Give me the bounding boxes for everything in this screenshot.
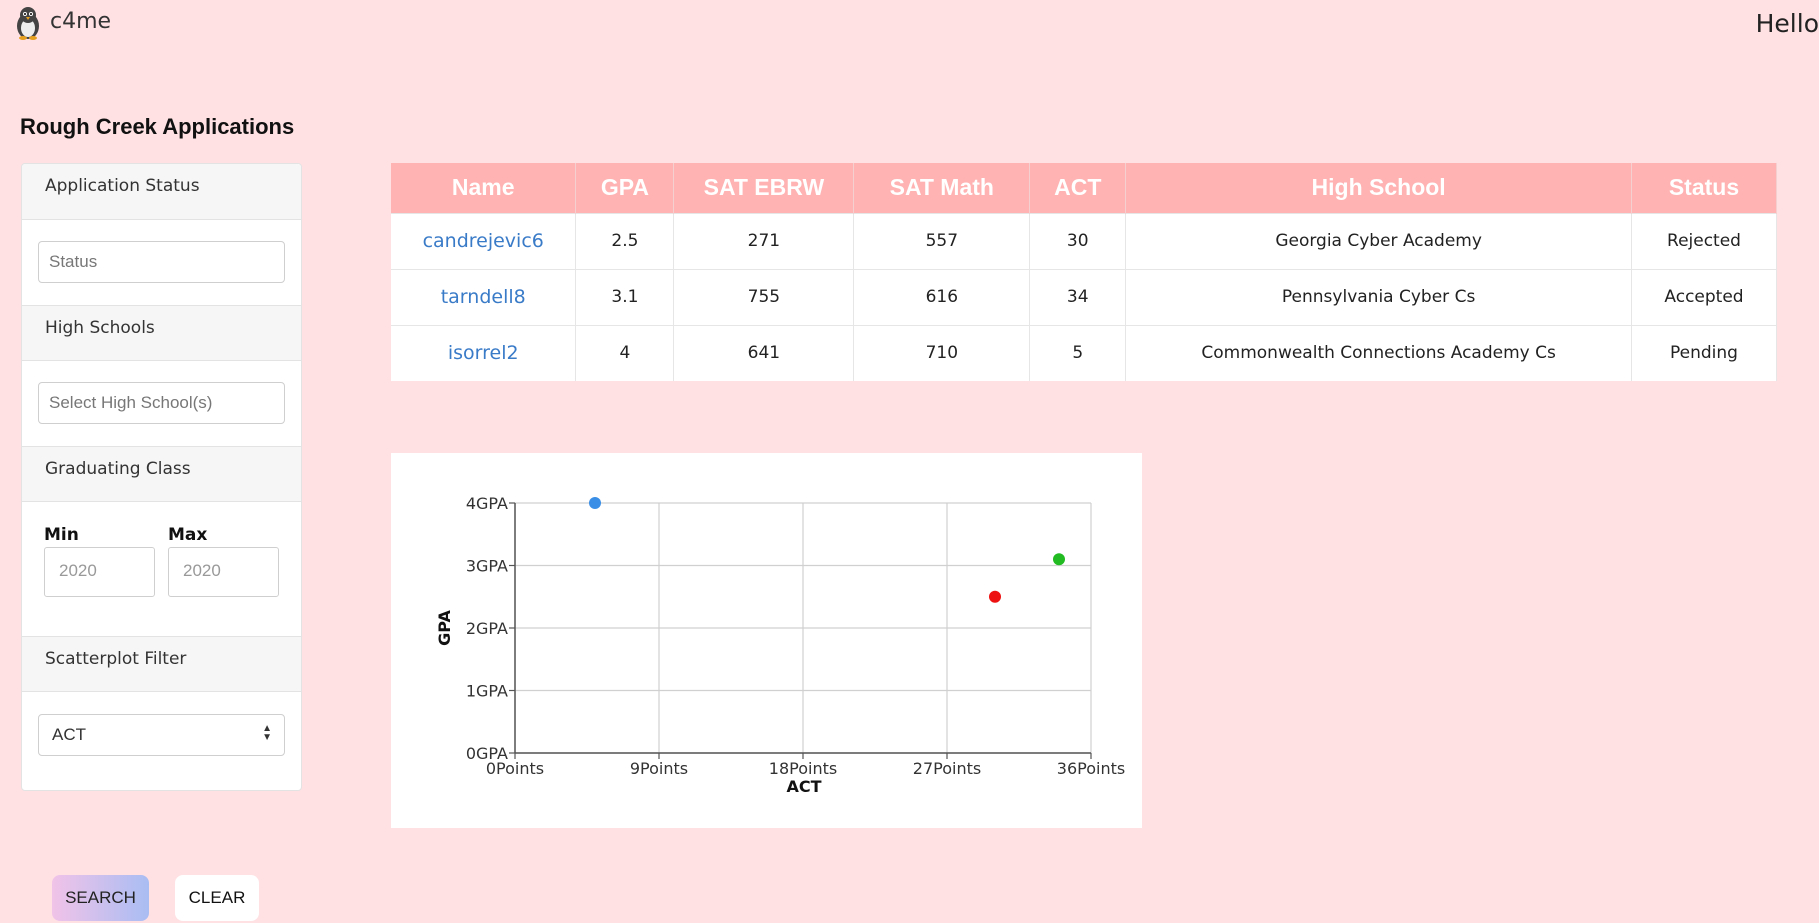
y-axis-label: GPA [435, 610, 454, 646]
high-schools-heading: High Schools [22, 305, 301, 361]
page-title: Rough Creek Applications [20, 114, 295, 139]
penguin-logo-icon[interactable] [13, 6, 43, 40]
sat-ebrw-cell: 755 [673, 268, 855, 325]
column-header-sat-math[interactable]: SAT Math [853, 163, 1031, 213]
y-tick-label: 3GPA [466, 557, 508, 576]
x-tick-label: 36Points [1057, 759, 1125, 778]
y-tick-label: 1GPA [466, 682, 508, 701]
scatterplot-filter-select[interactable]: ACT ▲ ▼ [38, 714, 285, 756]
column-header-sat-ebrw[interactable]: SAT EBRW [673, 163, 855, 213]
sat-math-cell: 557 [853, 212, 1031, 269]
chart-grid [514, 502, 1092, 754]
x-tick-label: 18Points [769, 759, 837, 778]
high-school-cell: Georgia Cyber Academy [1125, 212, 1632, 269]
sat-math-cell: 710 [853, 324, 1031, 381]
column-header-act[interactable]: ACT [1029, 163, 1127, 213]
student-name-link[interactable]: candrejevic6 [391, 212, 577, 269]
gpa-cell: 4 [575, 324, 675, 381]
scatter-point[interactable] [589, 497, 601, 509]
sat-ebrw-cell: 641 [673, 324, 855, 381]
column-header-name[interactable]: Name [391, 163, 577, 213]
scatterplot-card: 0Points 9Points 18Points 27Points 36Points 0G… [391, 453, 1142, 828]
high-school-select-input[interactable]: Select High School(s) [38, 382, 285, 424]
student-name-link[interactable]: isorrel2 [391, 324, 577, 381]
brand-name[interactable]: c4me [50, 9, 111, 34]
act-cell: 30 [1029, 212, 1127, 269]
chart-ticks: 0Points 9Points 18Points 27Points 36Points0G… [466, 494, 1125, 778]
table-row: tarndell8 3.1 755 616 34 Pennsylvania Cy… [391, 268, 1777, 325]
top-bar: c4me Hello [0, 0, 1819, 50]
status-cell: Pending [1631, 324, 1777, 381]
max-class-input[interactable]: 2020 [168, 547, 279, 597]
act-cell: 34 [1029, 268, 1127, 325]
column-header-gpa[interactable]: GPA [575, 163, 675, 213]
table-header-row: Name GPA SAT EBRW SAT Math ACT High Scho… [391, 163, 1777, 213]
graduating-class-heading: Graduating Class [22, 446, 301, 502]
status-cell: Rejected [1631, 212, 1777, 269]
scatter-point[interactable] [1053, 553, 1065, 566]
high-school-cell: Pennsylvania Cyber Cs [1125, 268, 1632, 325]
max-label: Max [168, 525, 208, 545]
act-cell: 5 [1029, 324, 1127, 381]
sat-math-cell: 616 [853, 268, 1031, 325]
column-header-high-school[interactable]: High School [1125, 163, 1632, 213]
search-button[interactable]: SEARCH [52, 875, 149, 921]
high-school-cell: Commonwealth Connections Academy Cs [1125, 324, 1632, 381]
status-input[interactable]: Status [38, 241, 285, 283]
clear-button[interactable]: CLEAR [175, 875, 259, 921]
chart-points [589, 497, 1065, 603]
application-status-heading: Application Status [22, 164, 301, 220]
applications-table: Name GPA SAT EBRW SAT Math ACT High Scho… [391, 163, 1777, 381]
scatterplot-filter-value: ACT [52, 725, 86, 744]
x-tick-label: 27Points [913, 759, 981, 778]
student-name-link[interactable]: tarndell8 [391, 268, 577, 325]
table-row: isorrel2 4 641 710 5 Commonwealth Connec… [391, 324, 1777, 381]
greeting: Hello [1755, 9, 1819, 38]
min-label: Min [44, 525, 79, 545]
gpa-cell: 3.1 [575, 268, 675, 325]
filter-sidebar: Application Status Status High Schools S… [21, 163, 302, 791]
scatterplot-filter-heading: Scatterplot Filter [22, 636, 301, 692]
gpa-cell: 2.5 [575, 212, 675, 269]
status-cell: Accepted [1631, 268, 1777, 325]
scatter-point[interactable] [989, 590, 1001, 603]
x-axis-label: ACT [786, 777, 821, 796]
column-header-status[interactable]: Status [1631, 163, 1777, 213]
min-class-input[interactable]: 2020 [44, 547, 155, 597]
x-tick-label: 9Points [630, 759, 688, 778]
select-caret-icon: ▲ ▼ [262, 723, 272, 743]
y-tick-label: 2GPA [466, 619, 508, 638]
y-tick-label: 4GPA [466, 494, 508, 513]
table-row: candrejevic6 2.5 271 557 30 Georgia Cybe… [391, 212, 1777, 269]
sat-ebrw-cell: 271 [673, 212, 855, 269]
scatterplot: 0Points 9Points 18Points 27Points 36Points0G… [435, 494, 1125, 796]
y-tick-label: 0GPA [466, 744, 508, 763]
